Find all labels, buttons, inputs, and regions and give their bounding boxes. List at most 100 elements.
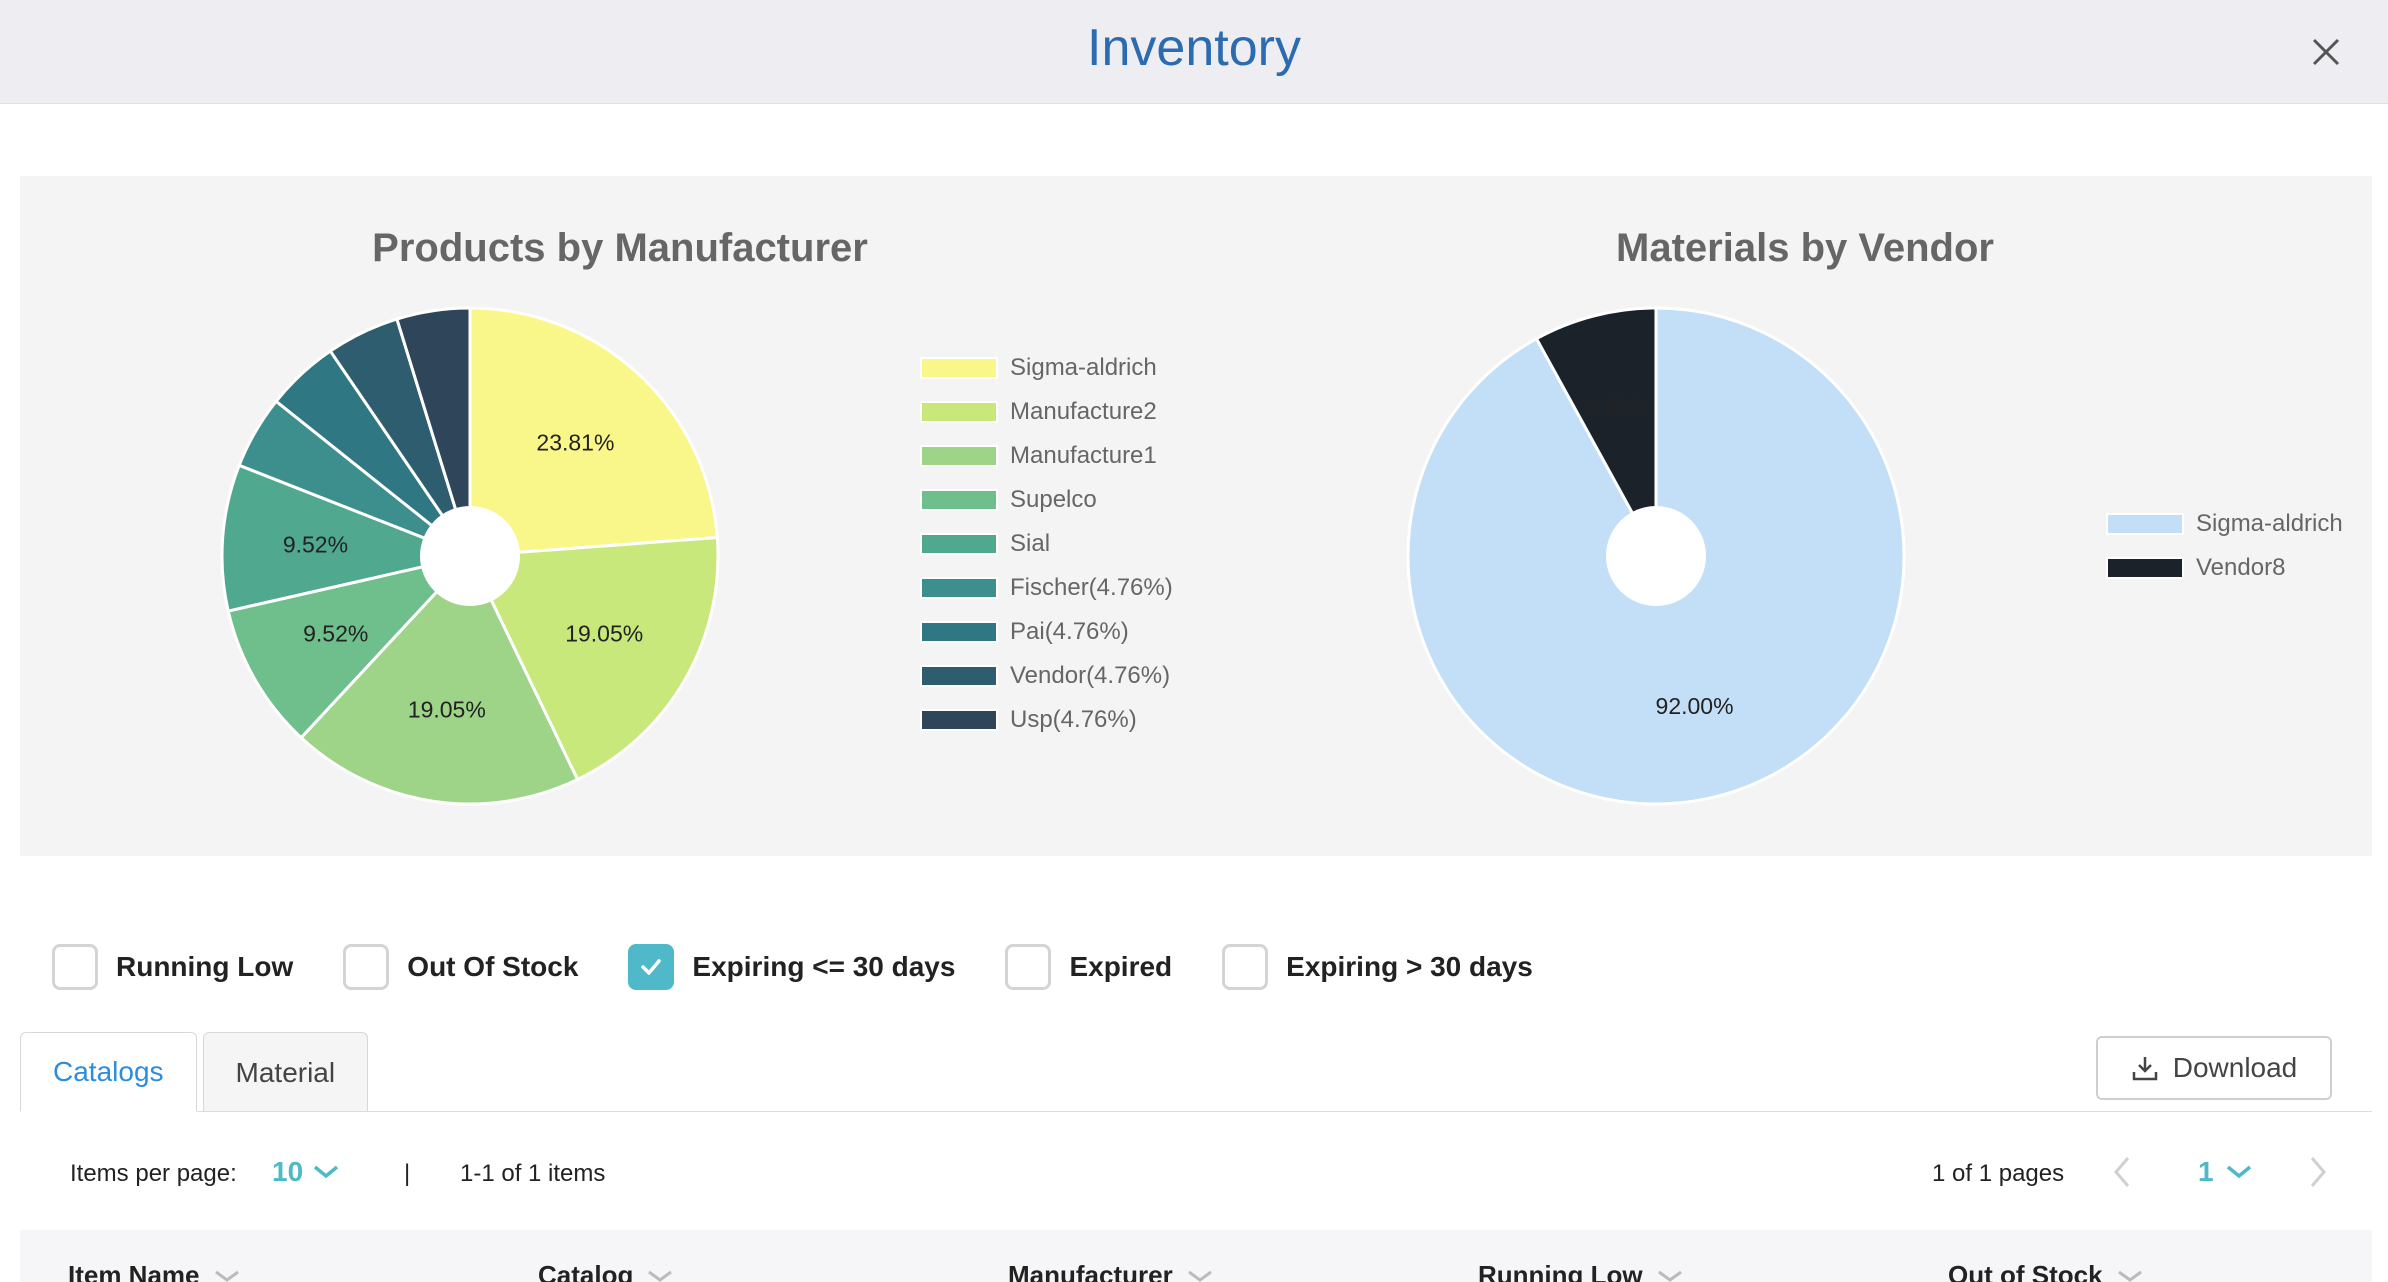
column-label: Item Name (68, 1260, 200, 1282)
pages-text: 1 of 1 pages (1932, 1160, 2065, 1187)
download-button[interactable]: Download (2096, 1036, 2332, 1100)
legend-label: Manufacture2 (1010, 398, 1157, 425)
sort-icon (2117, 1270, 2142, 1282)
checkbox[interactable] (343, 944, 390, 990)
filter-expired[interactable]: Expired (1005, 944, 1172, 990)
chart-title-vendor: Materials by Vendor (1616, 226, 1994, 270)
column-label: Out of Stock (1948, 1260, 2103, 1282)
legend-label: Usp(4.76%) (1010, 706, 1137, 733)
legend-label: Supelco (1010, 486, 1097, 513)
legend-label: Vendor(4.76%) (1010, 662, 1171, 689)
charts-panel: Products by Manufacturer 23.81% 19.05% 19.… (20, 176, 2372, 856)
modal-header: Inventory (0, 0, 2388, 104)
column-header-item-name[interactable]: Item Name (68, 1260, 242, 1282)
filter-out-of-stock[interactable]: Out Of Stock (343, 944, 578, 990)
column-header-running-low[interactable]: Running Low (1478, 1260, 1685, 1282)
items-per-page-label: Items per page: (70, 1160, 237, 1187)
items-per-page-value: 10 (272, 1156, 304, 1187)
pie-data-label: 9.52% (303, 620, 368, 646)
filter-label: Expiring <= 30 days (692, 951, 956, 982)
pie-data-label: 19.05% (565, 621, 643, 647)
legend-label: Sigma-aldrich (2196, 510, 2343, 537)
legend-item[interactable]: Vendor8 (2106, 548, 2285, 588)
legend-swatch (920, 621, 998, 643)
prev-page-button[interactable] (2110, 1152, 2134, 1199)
chevron-right-icon (2310, 1157, 2326, 1187)
download-icon (2132, 1057, 2157, 1081)
legend-item[interactable]: Manufacture2 (920, 392, 1157, 432)
page-title: Inventory (1087, 19, 1301, 77)
filter-label: Expiring > 30 days (1286, 951, 1533, 982)
legend-swatch (2106, 557, 2184, 579)
checkbox[interactable] (52, 944, 98, 990)
column-header-out-of-stock[interactable]: Out of Stock (1948, 1260, 2145, 1282)
legend-item[interactable]: Sial (920, 524, 1050, 564)
column-header-manufacturer[interactable]: Manufacturer (1008, 1260, 1215, 1282)
filter-label: Expired (1069, 951, 1173, 982)
legend-swatch (920, 489, 998, 511)
pie-data-label: 8.00% (1585, 393, 1650, 419)
sort-icon (1657, 1270, 1682, 1282)
checkbox-checked[interactable] (628, 944, 675, 990)
legend-label: Sigma-aldrich (1010, 354, 1157, 381)
filter-label: Out Of Stock (407, 951, 579, 982)
checkbox[interactable] (1222, 944, 1269, 990)
legend-swatch (920, 533, 998, 555)
filter-bar: Running Low Out Of Stock Expiring <= 30 … (52, 940, 1583, 994)
legend-swatch (920, 577, 998, 599)
check-icon (641, 959, 662, 975)
pie-chart-vendor: 92.00% 8.00% (1406, 306, 1906, 806)
items-per-page-select[interactable]: 10 (272, 1156, 341, 1188)
legend-item[interactable]: Pai(4.76%) (920, 612, 1129, 652)
legend-item[interactable]: Sigma-aldrich (2106, 504, 2343, 544)
sort-icon (214, 1270, 239, 1282)
tab-catalogs[interactable]: Catalogs (20, 1032, 197, 1112)
checkbox[interactable] (1005, 944, 1052, 990)
legend-swatch (920, 357, 998, 379)
legend-label: Vendor8 (2196, 554, 2286, 581)
pie-data-label: 23.81% (536, 429, 614, 455)
column-label: Manufacturer (1008, 1260, 1173, 1282)
pie-data-label: 92.00% (1656, 693, 1734, 719)
chevron-left-icon (2114, 1157, 2130, 1187)
current-page: 1 (2198, 1156, 2214, 1187)
legend-item[interactable]: Sigma-aldrich (920, 348, 1157, 388)
filter-expiring-30-days[interactable]: Expiring <= 30 days (628, 944, 955, 990)
chevron-down-icon (2226, 1165, 2251, 1179)
column-header-catalog[interactable]: Catalog (538, 1260, 675, 1282)
tabs-divider (20, 1111, 2372, 1112)
donut-hole (1606, 506, 1706, 606)
pie-data-label: 9.52% (283, 531, 348, 557)
pager-separator: | (404, 1160, 411, 1187)
donut-hole (420, 506, 520, 606)
legend-swatch (920, 445, 998, 467)
sort-icon (648, 1270, 673, 1282)
legend-item[interactable]: Vendor(4.76%) (920, 656, 1170, 696)
filter-label: Running Low (116, 951, 294, 982)
column-label: Catalog (538, 1260, 634, 1282)
legend-label: Fischer(4.76%) (1010, 574, 1173, 601)
legend-swatch (920, 709, 998, 731)
sort-icon (1187, 1270, 1212, 1282)
close-icon (2312, 38, 2340, 66)
legend-item[interactable]: Manufacture1 (920, 436, 1157, 476)
close-button[interactable] (2304, 30, 2348, 74)
legend-swatch (920, 401, 998, 423)
page-select[interactable]: 1 (2198, 1156, 2254, 1188)
legend-item[interactable]: Usp(4.76%) (920, 700, 1137, 740)
filter-running-low[interactable]: Running Low (52, 944, 293, 990)
filter-expiring-over-30-days[interactable]: Expiring > 30 days (1222, 944, 1533, 990)
chart-title-manufacturer: Products by Manufacturer (372, 226, 868, 270)
tab-material[interactable]: Material (202, 1032, 369, 1112)
next-page-button[interactable] (2306, 1152, 2330, 1199)
legend-label: Manufacture1 (1010, 442, 1157, 469)
chevron-down-icon (314, 1165, 339, 1179)
legend-label: Sial (1010, 530, 1051, 557)
table-header: Item Name Catalog Manufacturer Running L… (20, 1230, 2372, 1282)
legend-item[interactable]: Fischer(4.76%) (920, 568, 1173, 608)
legend-item[interactable]: Supelco (920, 480, 1097, 520)
tab-bar: Catalogs Material (20, 1032, 374, 1112)
pagination-bar: Items per page: 10 | 1-1 of 1 items 1 of… (70, 1150, 2360, 1200)
legend-swatch (920, 665, 998, 687)
legend-swatch (2106, 513, 2184, 535)
